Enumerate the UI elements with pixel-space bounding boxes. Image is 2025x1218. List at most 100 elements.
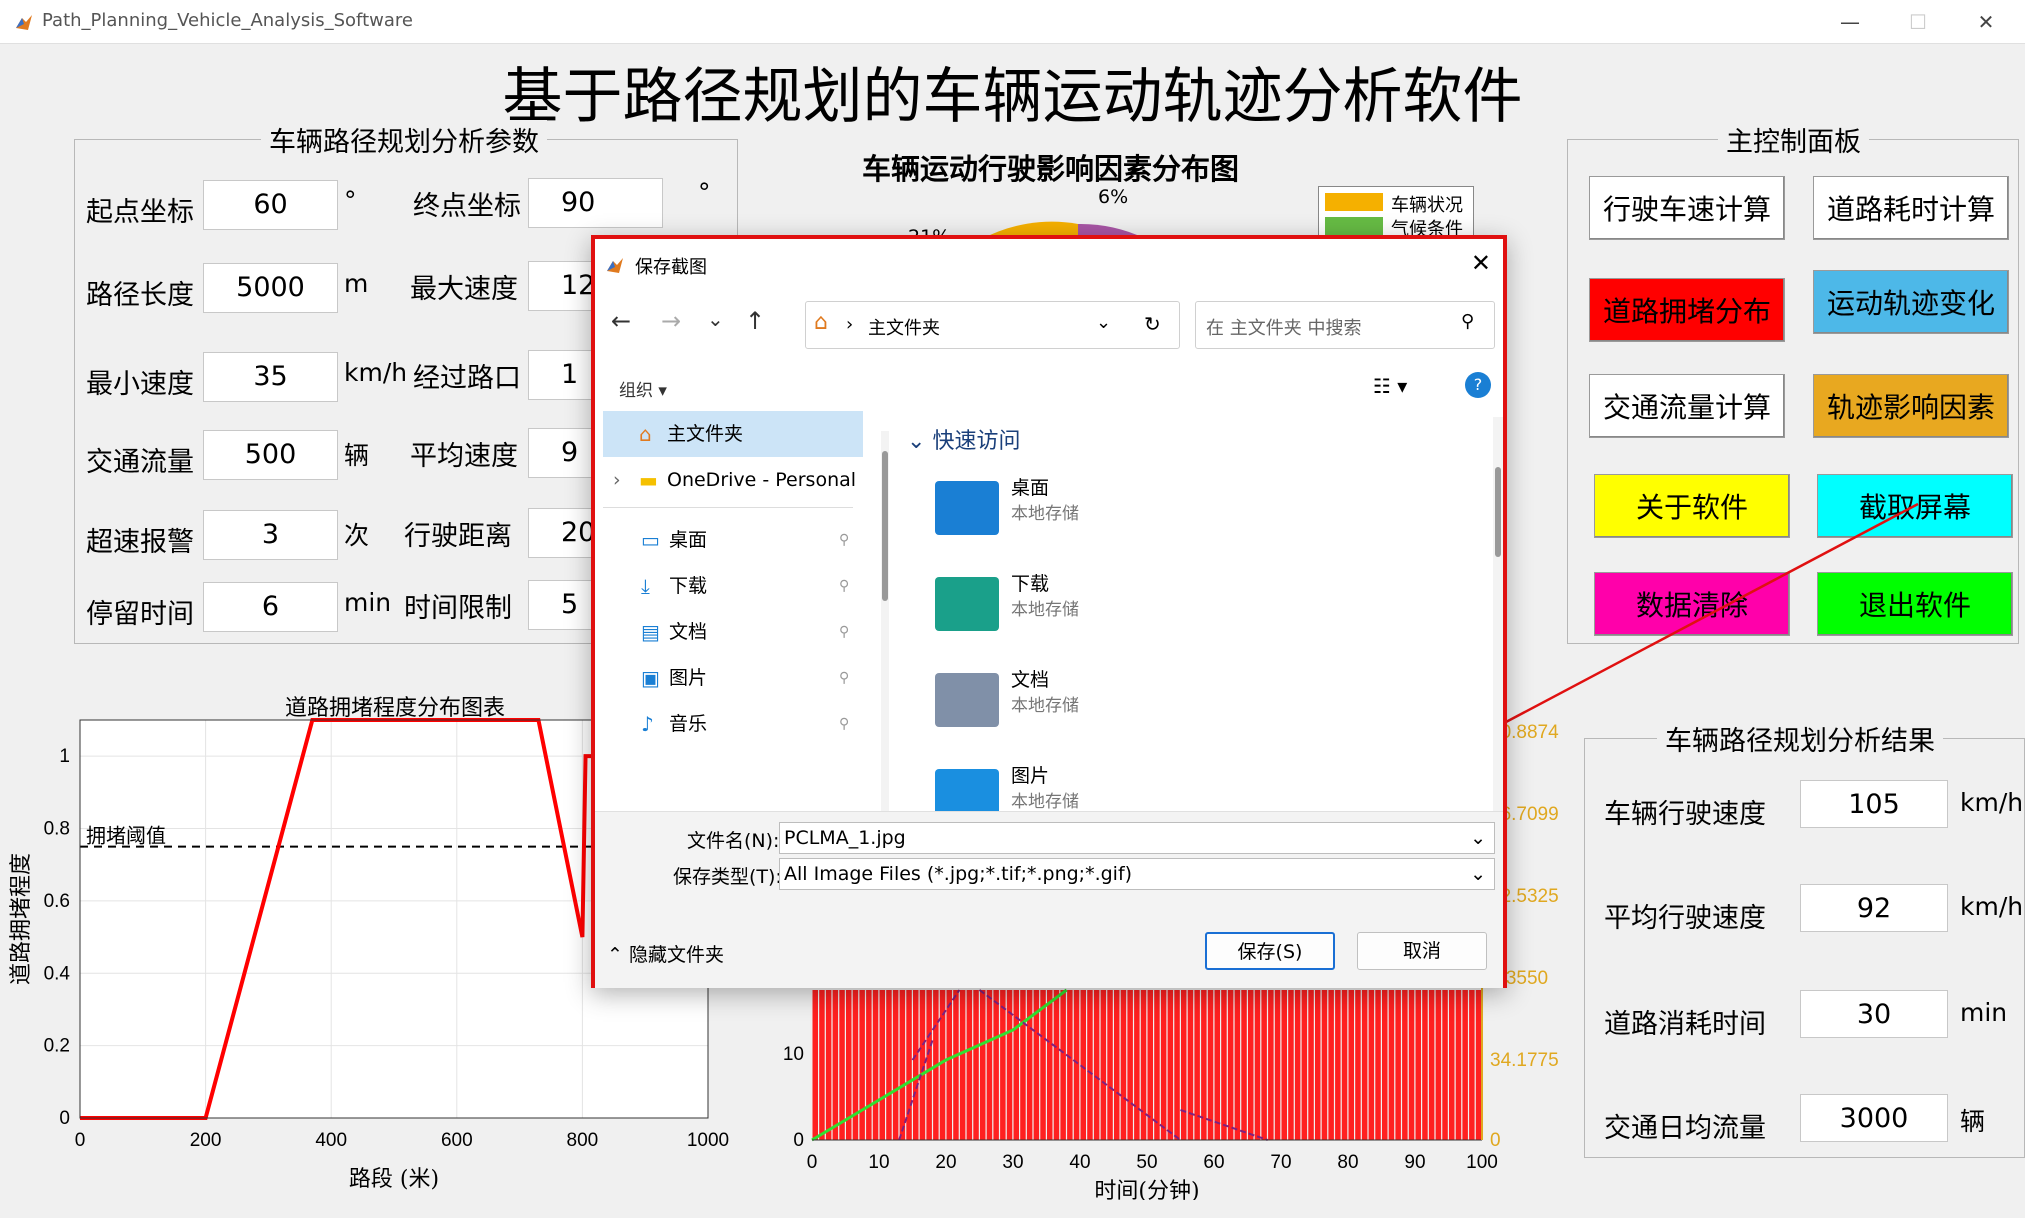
filetype-dropdown-icon[interactable]: ⌄ bbox=[1470, 859, 1486, 889]
control-button[interactable]: 截取屏幕 bbox=[1817, 474, 2013, 538]
bar bbox=[1194, 990, 1200, 1140]
bar bbox=[1341, 990, 1348, 1140]
pin-icon[interactable]: ⚲ bbox=[839, 517, 849, 563]
forward-arrow-icon[interactable]: → bbox=[661, 307, 681, 335]
view-options-icon[interactable]: ☷ ▾ bbox=[1373, 374, 1407, 398]
organize-menu[interactable]: 组织 ▾ bbox=[619, 376, 667, 401]
bar bbox=[1348, 990, 1354, 1140]
filename-dropdown-icon[interactable]: ⌄ bbox=[1470, 823, 1486, 853]
filename-input[interactable]: PCLMA_1.jpg ⌄ bbox=[779, 822, 1495, 854]
control-button[interactable]: 退出软件 bbox=[1817, 572, 2013, 636]
quick-access-folder[interactable]: 桌面 本地存储 bbox=[935, 473, 1435, 563]
minimize-button[interactable]: — bbox=[1830, 8, 1870, 36]
sidebar-item[interactable]: ▭ 桌面 ⚲ bbox=[603, 517, 863, 563]
param-input[interactable]: 90 bbox=[528, 178, 663, 228]
bar bbox=[1221, 990, 1227, 1140]
content-scrollbar[interactable] bbox=[1493, 417, 1503, 811]
control-button[interactable]: 运动轨迹变化 bbox=[1813, 270, 2009, 334]
bar bbox=[1060, 990, 1066, 1140]
param-unit: km/h bbox=[344, 358, 408, 387]
y-axis-label: 道路拥堵程度 bbox=[9, 853, 34, 985]
bar bbox=[1462, 990, 1468, 1140]
control-button[interactable]: 行驶车速计算 bbox=[1589, 176, 1785, 240]
address-dropdown-icon[interactable]: ⌄ bbox=[1096, 312, 1111, 333]
up-arrow-icon[interactable]: ↑ bbox=[745, 307, 765, 335]
bar bbox=[1167, 990, 1174, 1140]
bar bbox=[993, 990, 999, 1140]
sidebar-item[interactable]: ▤ 文档 ⚲ bbox=[603, 609, 863, 655]
x-tick-label: 10 bbox=[868, 1152, 889, 1173]
bar bbox=[825, 990, 832, 1140]
sidebar-divider bbox=[603, 507, 853, 508]
bar bbox=[1261, 990, 1267, 1140]
y-tick-label: 0 bbox=[793, 1130, 804, 1151]
quick-access-folder[interactable]: 下载 本地存储 bbox=[935, 569, 1435, 659]
control-button[interactable]: 交通流量计算 bbox=[1589, 374, 1785, 438]
bar bbox=[1361, 990, 1368, 1140]
pin-icon[interactable]: ⚲ bbox=[839, 563, 849, 609]
control-button[interactable]: 道路耗时计算 bbox=[1813, 176, 2009, 240]
dialog-close-icon[interactable]: ✕ bbox=[1471, 249, 1491, 277]
result-value: 30 bbox=[1800, 990, 1948, 1038]
bar bbox=[1248, 990, 1254, 1140]
x-tick-label: 80 bbox=[1337, 1152, 1358, 1173]
param-label: 起点坐标 bbox=[86, 197, 194, 228]
x-tick-label: 20 bbox=[935, 1152, 956, 1173]
sidebar-item[interactable]: ♪ 音乐 ⚲ bbox=[603, 701, 863, 747]
bar bbox=[866, 990, 872, 1140]
param-label: 停留时间 bbox=[86, 599, 194, 630]
close-button[interactable]: ✕ bbox=[1966, 8, 2006, 36]
hide-folders-toggle[interactable]: ⌃ 隐藏文件夹 bbox=[607, 940, 724, 967]
search-input[interactable]: 在 主文件夹 中搜索 bbox=[1195, 301, 1495, 349]
sidebar-item[interactable]: ⌂ 主文件夹 bbox=[603, 411, 863, 457]
param-input[interactable]: 500 bbox=[203, 430, 338, 480]
control-button[interactable]: 道路拥堵分布 bbox=[1589, 278, 1785, 342]
refresh-icon[interactable]: ↻ bbox=[1144, 312, 1161, 336]
folder-icon bbox=[935, 673, 999, 727]
pin-icon[interactable]: ⚲ bbox=[839, 609, 849, 655]
sidebar-scrollbar[interactable] bbox=[881, 431, 889, 811]
bar bbox=[1207, 990, 1214, 1140]
param-input[interactable]: 5000 bbox=[203, 263, 338, 313]
x-tick-label: 600 bbox=[441, 1130, 473, 1151]
bar bbox=[1288, 990, 1294, 1140]
quick-access-folder[interactable]: 图片 本地存储 bbox=[935, 761, 1435, 811]
sidebar-item[interactable]: ▣ 图片 ⚲ bbox=[603, 655, 863, 701]
threshold-label: 拥堵阈值 bbox=[86, 824, 166, 848]
pin-icon[interactable]: ⚲ bbox=[839, 655, 849, 701]
bar bbox=[839, 990, 845, 1140]
address-bar[interactable]: ⌂ › 主文件夹 ⌄ ↻ bbox=[805, 301, 1180, 349]
pin-icon[interactable]: ⚲ bbox=[839, 701, 849, 747]
bar bbox=[1254, 990, 1261, 1140]
folder-icon: ▬ bbox=[639, 468, 658, 492]
quick-access-folder[interactable]: 文档 本地存储 bbox=[935, 665, 1435, 755]
param-input[interactable]: 6 bbox=[203, 582, 338, 632]
control-button[interactable]: 轨迹影响因素 bbox=[1813, 374, 2009, 438]
param-input[interactable]: 35 bbox=[203, 352, 338, 402]
bar bbox=[886, 990, 892, 1140]
save-button[interactable]: 保存(S) bbox=[1205, 932, 1335, 970]
filetype-select[interactable]: All Image Files (*.jpg;*.tif;*.png;*.gif… bbox=[779, 858, 1495, 890]
quick-access-header[interactable]: ⌄ 快速访问 bbox=[907, 423, 1020, 455]
sidebar-item[interactable]: ▬ OneDrive - Personal › bbox=[603, 457, 863, 503]
bar bbox=[1093, 990, 1100, 1140]
bar bbox=[852, 990, 859, 1140]
bar bbox=[1335, 990, 1341, 1140]
param-unit: ° bbox=[698, 178, 711, 207]
cancel-button[interactable]: 取消 bbox=[1357, 932, 1487, 970]
window-title: Path_Planning_Vehicle_Analysis_Software bbox=[42, 10, 413, 31]
bar bbox=[1368, 990, 1375, 1140]
maximize-button[interactable]: ☐ bbox=[1898, 8, 1938, 36]
bar bbox=[899, 990, 906, 1140]
param-input[interactable]: 60 bbox=[203, 180, 338, 230]
chevron-right-icon[interactable]: › bbox=[613, 457, 621, 503]
bar bbox=[1415, 990, 1421, 1140]
control-button[interactable]: 数据清除 bbox=[1594, 572, 1790, 636]
control-button[interactable]: 关于软件 bbox=[1594, 474, 1790, 538]
param-input[interactable]: 3 bbox=[203, 510, 338, 560]
bar bbox=[1073, 990, 1080, 1140]
back-arrow-icon[interactable]: ← bbox=[611, 307, 631, 335]
chevron-down-icon[interactable]: ⌄ bbox=[707, 307, 724, 331]
help-icon[interactable]: ? bbox=[1465, 372, 1491, 398]
sidebar-item[interactable]: ⤓ 下载 ⚲ bbox=[603, 563, 863, 609]
